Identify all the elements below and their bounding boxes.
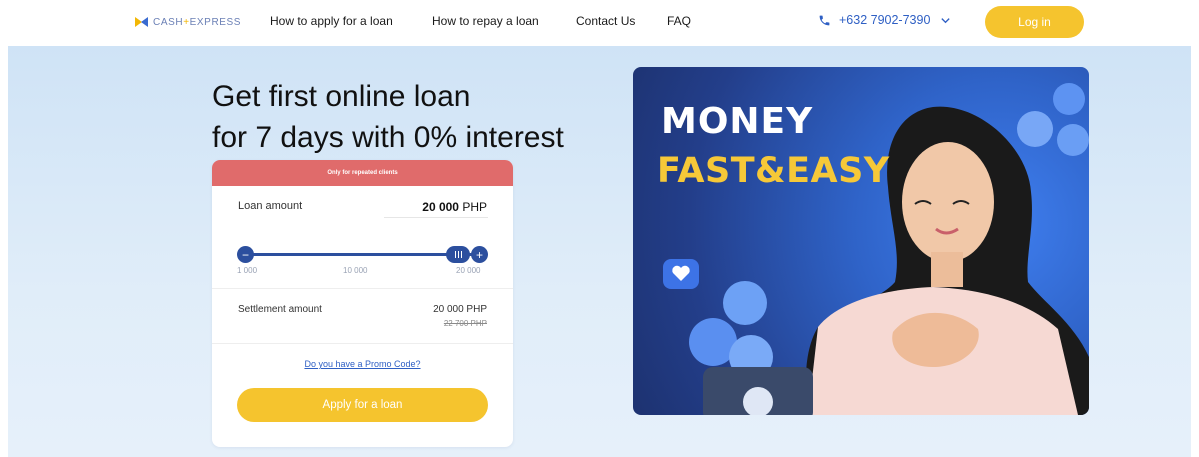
logo-text-express: EXPRESS	[189, 16, 242, 28]
phone-icon	[819, 15, 830, 25]
brand-logo[interactable]: CASH+EXPRESS	[135, 15, 241, 29]
slider-mid-label: 10 000	[343, 266, 368, 275]
amount-underline	[384, 217, 488, 218]
logo-text: CASH+EXPRESS	[153, 17, 241, 28]
slider-minus-button[interactable]: −	[237, 246, 254, 263]
slider-min-label: 1 000	[237, 266, 258, 275]
settlement-label: Settlement amount	[238, 304, 322, 315]
loan-slider-track[interactable]	[244, 253, 480, 256]
loan-calculator-card: Only for repeated clients Loan amount 20…	[212, 160, 513, 447]
slider-handle[interactable]	[446, 246, 470, 263]
nav-how-to-apply[interactable]: How to apply for a loan	[270, 14, 393, 28]
promo-banner-image: MONEY FAST&EASY	[633, 67, 1089, 415]
hero-headline: Get first online loan for 7 days with 0%…	[212, 76, 564, 158]
loan-amount-currency: PHP	[462, 200, 487, 214]
nav-how-to-repay[interactable]: How to repay a loan	[432, 14, 539, 28]
phone-number: +632 7902-7390	[839, 13, 931, 27]
slider-plus-button[interactable]: +	[471, 246, 488, 263]
loan-amount-label: Loan amount	[238, 200, 303, 212]
settlement-value: 20 000 PHP	[433, 304, 487, 315]
banner-headline-fast-easy: FAST&EASY	[657, 151, 890, 191]
nav-faq[interactable]: FAQ	[667, 14, 691, 28]
settlement-old-value: 22 700 PHP	[443, 319, 487, 328]
headline-line-2: for 7 days with 0% interest	[212, 121, 564, 154]
login-button[interactable]: Log in	[985, 6, 1084, 38]
top-header: CASH+EXPRESS How to apply for a loan How…	[0, 0, 1199, 46]
card-divider	[212, 343, 513, 344]
chevron-down-icon	[941, 17, 951, 23]
loan-amount-value[interactable]: 20 000 PHP	[422, 200, 487, 214]
promo-code-link[interactable]: Do you have a Promo Code?	[212, 359, 513, 369]
loan-amount-number: 20 000	[422, 200, 459, 214]
card-divider	[212, 288, 513, 289]
nav-contact-us[interactable]: Contact Us	[576, 14, 635, 28]
slider-max-label: 20 000	[456, 266, 481, 275]
banner-headline-money: MONEY	[661, 101, 814, 142]
logo-text-cash: CASH	[153, 16, 184, 28]
headline-line-1: Get first online loan	[212, 80, 471, 113]
logo-mark-icon	[135, 16, 149, 28]
apply-for-loan-button[interactable]: Apply for a loan	[237, 388, 488, 422]
repeated-clients-banner: Only for repeated clients	[212, 160, 513, 186]
phone-selector[interactable]: +632 7902-7390	[818, 13, 951, 27]
